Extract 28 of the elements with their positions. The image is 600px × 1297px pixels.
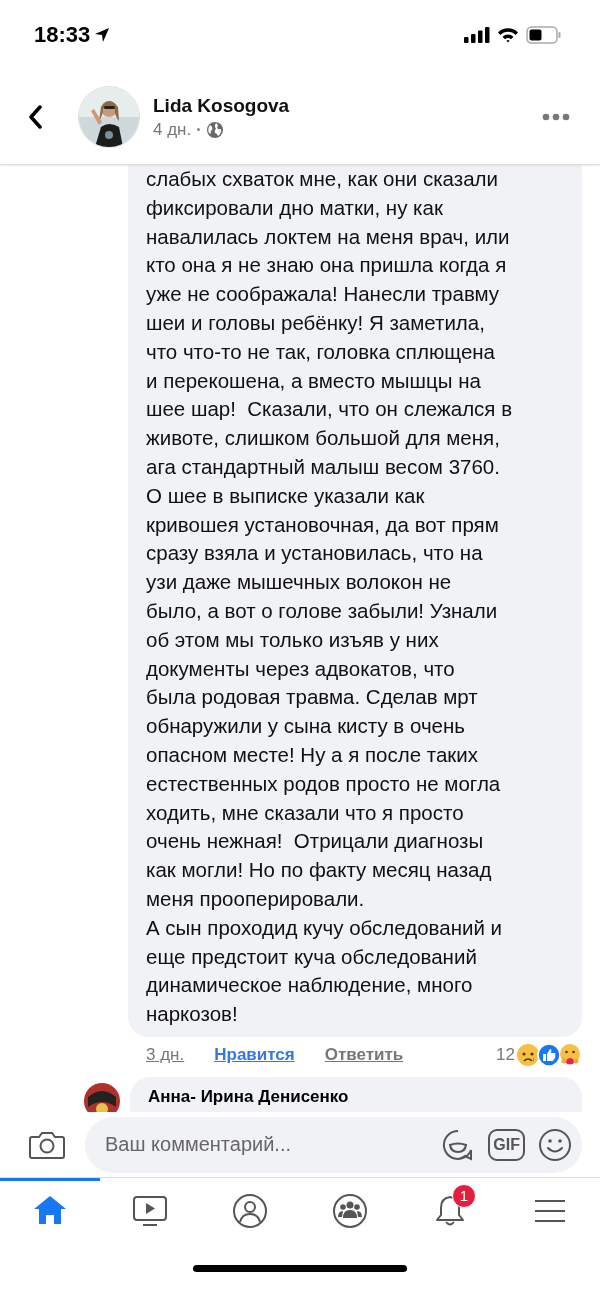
- location-arrow-icon: [94, 27, 111, 43]
- battery-icon: [526, 26, 562, 44]
- reaction-count: 12: [496, 1044, 515, 1065]
- more-icon[interactable]: [542, 113, 570, 121]
- tab[interactable]: 1: [400, 1178, 500, 1240]
- notification-badge: 1: [452, 1184, 476, 1208]
- comment-time[interactable]: 3 дн.: [146, 1044, 185, 1065]
- sad-face-icon: [516, 1042, 540, 1067]
- hugging-face-icon: [558, 1042, 582, 1067]
- separator-dot: [197, 128, 201, 131]
- signal-icon: [464, 27, 490, 43]
- gif-button[interactable]: GIF: [488, 1128, 525, 1161]
- comment-field[interactable]: Ваш комментарий... GIF: [85, 1116, 582, 1173]
- thumbs-up-icon: [537, 1042, 561, 1067]
- author-name[interactable]: Lida Kosogova: [153, 94, 542, 117]
- profile-icon: [232, 1192, 268, 1229]
- clock-time: 18:33: [34, 22, 91, 48]
- camera-icon[interactable]: [29, 1129, 65, 1160]
- wifi-icon: [497, 27, 519, 43]
- reply-link[interactable]: Ответить: [324, 1044, 404, 1065]
- comment-text: слабых схваток мне, как они сказали фиксировали дно матки, ну как навалилась локтем на меня врач, или кто она я не знаю она пришла когда я уже не соображала! Нанесли травму шеи и головы ребёнку! Я заметила, что что-то не так, головка сплющена и перекошена, а вместо мышцы на шее шар! Сказали, что он слежался в животе, слишком большой для меня, ага стандартный малыш весом 3760. О шее в выписке указали как кривошея установочная, да вот прям сразу взяла и установилась, что на узи даже мышечных волокон не было, а вот о голове забыли! Узнали об этом мы только изъяв у них документы через адвокатов, что была родовая травма. Сделав мрт обнаружили у сына кисту в очень опасном месте! Ну а я после таких естественных родов просто не могла ходить, мне сказали что я просто очень нежная! Отрицали диагнозы как могли! Но по факту месяц назад меня прооперировали. А сын проходид кучу обследований и еще предстоит куча обследований динамическое наблюдение, много наркозов!: [146, 166, 514, 1028]
- groups-icon: [332, 1192, 368, 1229]
- like-link[interactable]: Нравится: [214, 1044, 295, 1065]
- back-icon[interactable]: [28, 105, 42, 129]
- commenter-name[interactable]: Анна- Ирина Денисенко: [148, 1086, 564, 1107]
- post-time: 4 дн.: [153, 119, 192, 140]
- globe-icon: [206, 120, 225, 139]
- smiley-icon[interactable]: [538, 1127, 572, 1162]
